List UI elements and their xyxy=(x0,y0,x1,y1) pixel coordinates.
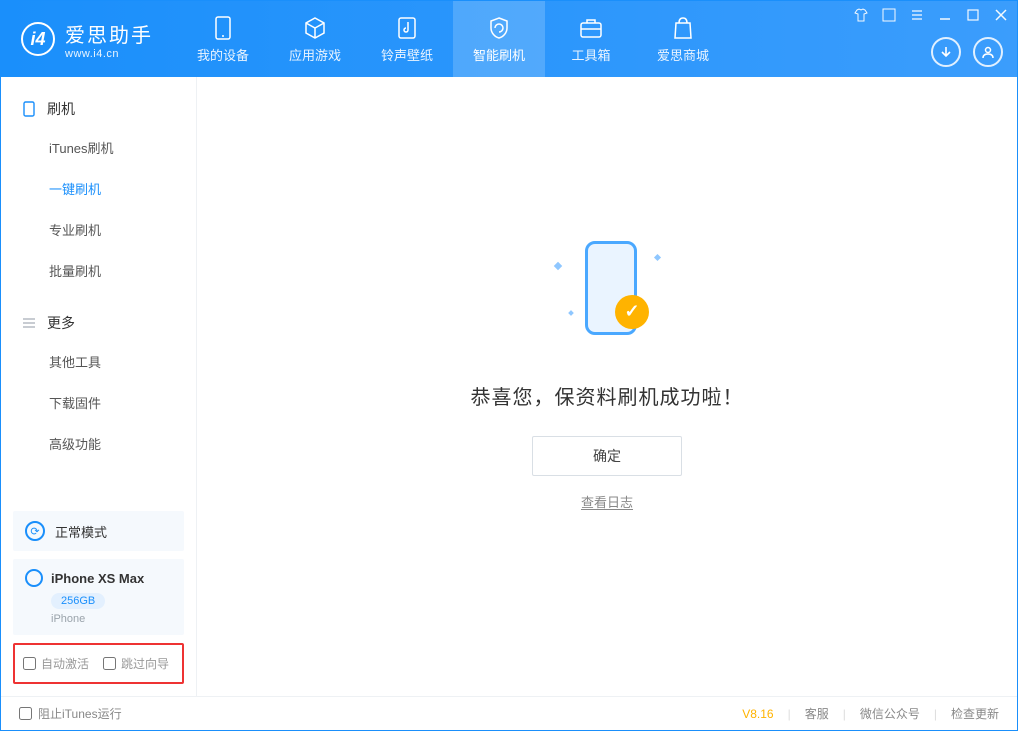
tab-smart-flash[interactable]: 智能刷机 xyxy=(453,1,545,77)
phone-icon xyxy=(210,15,236,41)
footer-link-update[interactable]: 检查更新 xyxy=(951,705,999,722)
logo[interactable]: i4 爱思助手 www.i4.cn xyxy=(1,19,169,60)
sidebar: 刷机 iTunes刷机 一键刷机 专业刷机 批量刷机 更多 其他工具 下载固件 … xyxy=(1,77,197,696)
device-name: iPhone XS Max xyxy=(51,571,144,586)
options-highlight-box: 自动激活 跳过向导 xyxy=(13,643,184,684)
section-more: 更多 其他工具 下载固件 高级功能 xyxy=(1,291,196,464)
sidebar-bottom: ⟳ 正常模式 iPhone XS Max 256GB iPhone 自动激活 跳… xyxy=(1,503,196,696)
header: i4 爱思助手 www.i4.cn 我的设备 应用游戏 铃声壁纸 智能刷机 工具… xyxy=(1,1,1017,77)
section-flash: 刷机 iTunes刷机 一键刷机 专业刷机 批量刷机 xyxy=(1,77,196,291)
device-type: iPhone xyxy=(51,613,172,625)
success-illustration: ✓ xyxy=(547,233,667,353)
cube-icon xyxy=(302,15,328,41)
tab-ringtone-wallpaper[interactable]: 铃声壁纸 xyxy=(361,1,453,77)
section-title: 更多 xyxy=(47,313,75,333)
user-button[interactable] xyxy=(973,37,1003,67)
sidebar-item-advanced[interactable]: 高级功能 xyxy=(49,423,196,464)
list-icon xyxy=(21,315,37,331)
app-url: www.i4.cn xyxy=(65,48,153,60)
close-icon[interactable] xyxy=(993,7,1009,23)
success-message: 恭喜您，保资料刷机成功啦！ xyxy=(471,381,744,410)
view-log-link[interactable]: 查看日志 xyxy=(581,492,633,511)
menu-icon[interactable] xyxy=(909,7,925,23)
maximize-icon[interactable] xyxy=(965,7,981,23)
footer-link-wechat[interactable]: 微信公众号 xyxy=(860,705,920,722)
briefcase-icon xyxy=(578,15,604,41)
tab-label: 我的设备 xyxy=(197,45,249,64)
header-actions xyxy=(931,37,1003,67)
sidebar-item-batch-flash[interactable]: 批量刷机 xyxy=(49,250,196,291)
body: 刷机 iTunes刷机 一键刷机 专业刷机 批量刷机 更多 其他工具 下载固件 … xyxy=(1,77,1017,696)
device-panel[interactable]: iPhone XS Max 256GB iPhone xyxy=(13,559,184,635)
sidebar-item-onekey-flash[interactable]: 一键刷机 xyxy=(49,168,196,209)
tab-label: 智能刷机 xyxy=(473,45,525,64)
checkbox-label: 阻止iTunes运行 xyxy=(38,705,122,722)
shirt-icon[interactable] xyxy=(853,7,869,23)
download-button[interactable] xyxy=(931,37,961,67)
section-heading-flash: 刷机 xyxy=(1,91,196,127)
phone-small-icon xyxy=(21,101,37,117)
device-storage: 256GB xyxy=(51,593,105,609)
checkbox-block-itunes[interactable]: 阻止iTunes运行 xyxy=(19,705,122,722)
window-controls xyxy=(853,7,1009,23)
tab-label: 工具箱 xyxy=(571,45,610,64)
tab-store[interactable]: 爱思商城 xyxy=(637,1,729,77)
shield-refresh-icon xyxy=(486,15,512,41)
bag-icon xyxy=(670,15,696,41)
tab-toolbox[interactable]: 工具箱 xyxy=(545,1,637,77)
mode-label: 正常模式 xyxy=(55,522,107,541)
checkbox-label: 跳过向导 xyxy=(121,655,169,672)
app-title: 爱思助手 xyxy=(65,19,153,48)
mode-panel[interactable]: ⟳ 正常模式 xyxy=(13,511,184,551)
music-note-icon xyxy=(394,15,420,41)
checkbox-skip-wizard[interactable]: 跳过向导 xyxy=(103,655,169,672)
main-content: ✓ 恭喜您，保资料刷机成功啦！ 确定 查看日志 xyxy=(197,77,1017,696)
checkbox-auto-activate[interactable]: 自动激活 xyxy=(23,655,89,672)
mode-icon: ⟳ xyxy=(25,521,45,541)
tab-apps-games[interactable]: 应用游戏 xyxy=(269,1,361,77)
section-heading-more: 更多 xyxy=(1,305,196,341)
checkbox-label: 自动激活 xyxy=(41,655,89,672)
section-title: 刷机 xyxy=(47,99,75,119)
checkmark-badge-icon: ✓ xyxy=(615,295,649,329)
version-label: V8.16 xyxy=(742,707,773,721)
sidebar-item-other-tools[interactable]: 其他工具 xyxy=(49,341,196,382)
minimize-icon[interactable] xyxy=(937,7,953,23)
sidebar-item-pro-flash[interactable]: 专业刷机 xyxy=(49,209,196,250)
nav-tabs: 我的设备 应用游戏 铃声壁纸 智能刷机 工具箱 爱思商城 xyxy=(177,1,729,77)
sidebar-item-itunes-flash[interactable]: iTunes刷机 xyxy=(49,127,196,168)
logo-icon: i4 xyxy=(21,22,55,56)
ok-button[interactable]: 确定 xyxy=(532,436,682,476)
footer: 阻止iTunes运行 V8.16 | 客服 | 微信公众号 | 检查更新 xyxy=(1,696,1017,730)
footer-link-support[interactable]: 客服 xyxy=(805,705,829,722)
device-icon xyxy=(25,569,43,587)
feedback-icon[interactable] xyxy=(881,7,897,23)
tab-my-device[interactable]: 我的设备 xyxy=(177,1,269,77)
sidebar-item-download-firmware[interactable]: 下载固件 xyxy=(49,382,196,423)
logo-text: 爱思助手 www.i4.cn xyxy=(65,19,153,60)
tab-label: 铃声壁纸 xyxy=(381,45,433,64)
tab-label: 爱思商城 xyxy=(657,45,709,64)
tab-label: 应用游戏 xyxy=(289,45,341,64)
